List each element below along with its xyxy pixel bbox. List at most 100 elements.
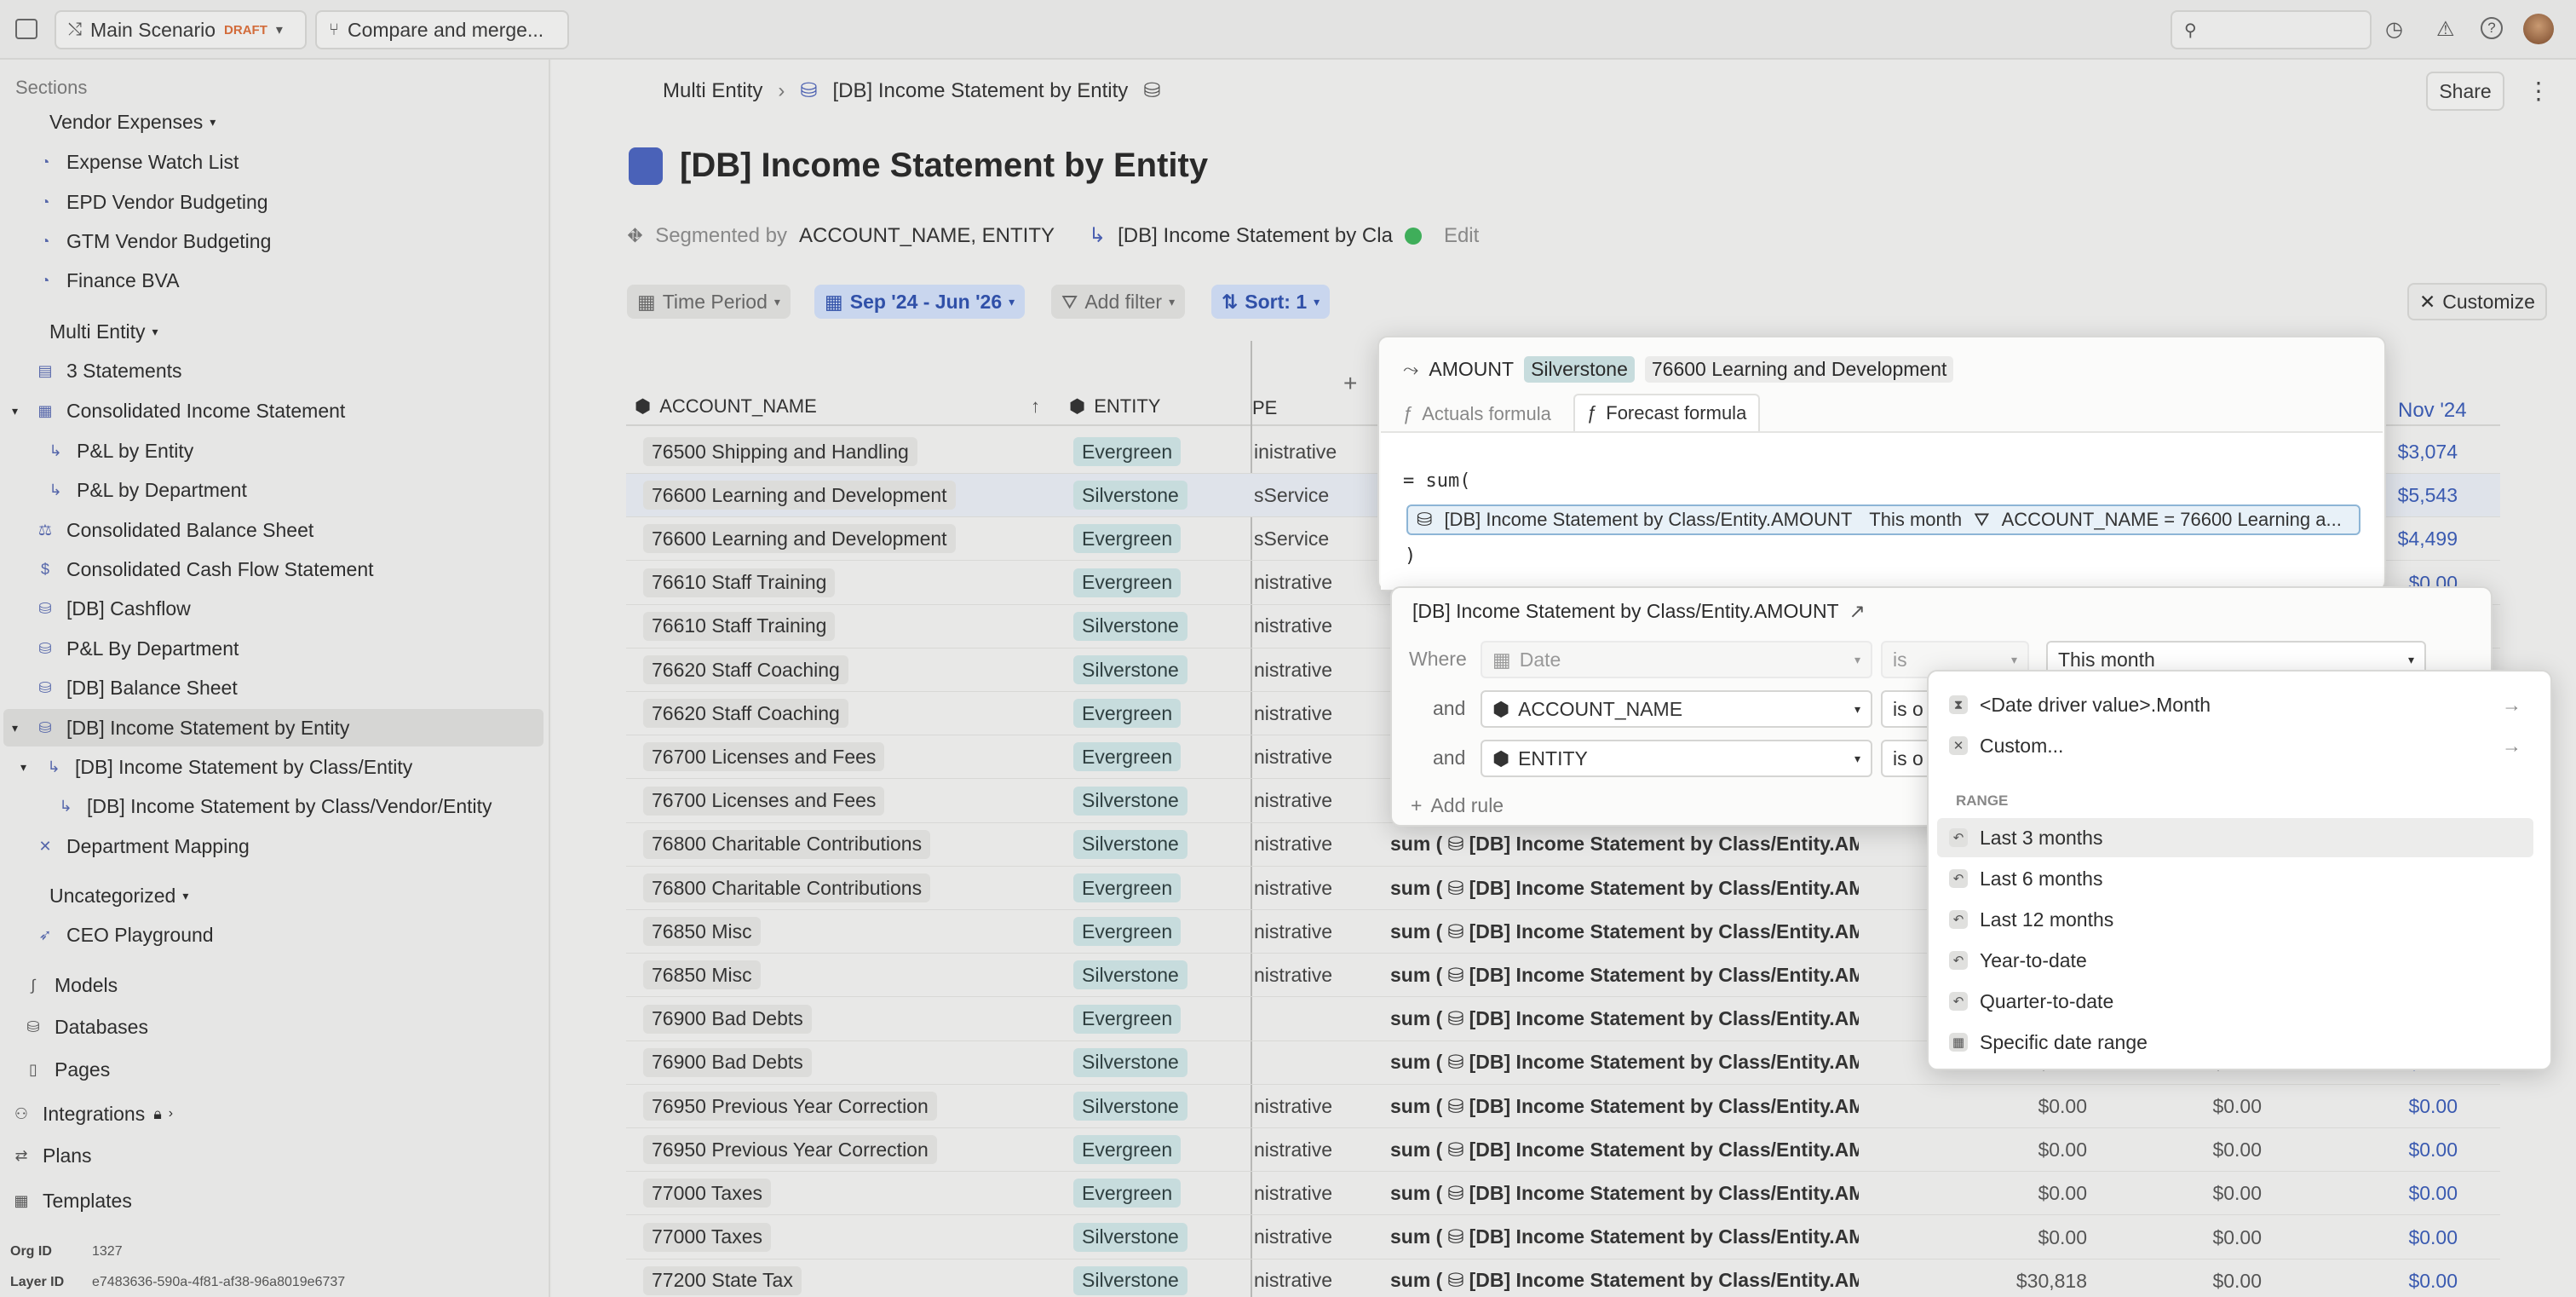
sidebar-item-db-cashflow[interactable]: ⛁ [DB] Cashflow [36, 589, 190, 628]
account-cell[interactable]: 76800 Charitable Contributions [643, 873, 931, 902]
breadcrumb-parent[interactable]: Multi Entity [663, 79, 762, 103]
formula-cell[interactable]: sum (⛁ [DB] Income Statement by Class/Ent… [1390, 1092, 1859, 1121]
formula-cell[interactable]: sum (⛁ [DB] Income Statement by Class/Ent… [1390, 1266, 1859, 1295]
department-cell[interactable]: nistrative [1254, 1223, 1348, 1252]
entity-cell[interactable]: Silverstone [1073, 1265, 1187, 1295]
sidebar-item-db-balance[interactable]: ⛁ [DB] Balance Sheet [36, 668, 237, 707]
account-cell[interactable]: 76950 Previous Year Correction [643, 1135, 937, 1165]
department-cell[interactable] [1254, 1005, 1348, 1034]
entity-cell[interactable]: Silverstone [1073, 655, 1187, 684]
department-cell[interactable]: nistrative [1254, 1092, 1348, 1121]
department-cell[interactable]: nistrative [1254, 960, 1348, 989]
entity-cell[interactable]: Evergreen [1073, 699, 1182, 729]
value-cell[interactable]: $0.00 [2125, 1138, 2262, 1162]
department-cell[interactable] [1254, 1048, 1348, 1077]
department-cell[interactable]: nistrative [1254, 612, 1348, 641]
formula-cell[interactable]: sum (⛁ [DB] Income Statement by Class/Ent… [1390, 1005, 1859, 1034]
column-header-account[interactable]: ⬢ ACCOUNT_NAME [635, 395, 817, 418]
entity-cell[interactable]: Evergreen [1073, 873, 1182, 902]
entity-cell[interactable]: Evergreen [1073, 1004, 1182, 1034]
entity-cell[interactable]: Silverstone [1073, 1092, 1187, 1121]
nav-plans[interactable]: ⇄ Plans [12, 1136, 91, 1175]
account-cell[interactable]: 76900 Bad Debts [643, 1004, 812, 1034]
account-cell[interactable]: 76500 Shipping and Handling [643, 437, 917, 466]
formula-cell[interactable]: sum (⛁ [DB] Income Statement by Class/Ent… [1390, 1048, 1859, 1077]
menu-item-year-to-date[interactable]: ↶ Year-to-date [1937, 941, 2533, 980]
formula-cell[interactable]: sum (⛁ [DB] Income Statement by Class/Ent… [1390, 873, 1859, 902]
value-cell[interactable]: $0.00 [2125, 1182, 2262, 1205]
entity-cell[interactable]: Evergreen [1073, 437, 1182, 466]
sidebar-item-db-income-class[interactable]: ▾ ↳ [DB] Income Statement by Class/Entity [20, 747, 412, 787]
entity-cell[interactable]: Silverstone [1073, 829, 1187, 859]
account-cell[interactable]: 76900 Bad Debts [643, 1047, 812, 1077]
formula-cell[interactable]: sum (⛁ [DB] Income Statement by Class/Ent… [1390, 1179, 1859, 1208]
compare-merge-button[interactable]: ⑂ Compare and merge... [315, 10, 569, 49]
add-filter-button[interactable]: ⛛ Add filter ▾ [1051, 285, 1186, 319]
sidebar-item-finance-bva[interactable]: ◔ Finance BVA [36, 261, 180, 300]
entity-cell[interactable]: Evergreen [1073, 524, 1182, 554]
sidebar-item-pl-entity[interactable]: ↳ P&L by Entity [46, 431, 193, 470]
value-cell[interactable]: $0.00 [2321, 1095, 2458, 1118]
sidebar-item-pl-department[interactable]: ↳ P&L by Department [46, 470, 246, 510]
value-cell[interactable]: $0.00 [2125, 1226, 2262, 1249]
menu-item-last-12-months[interactable]: ↶ Last 12 months [1937, 900, 2533, 939]
sidebar-item-epd-vendor[interactable]: ◔ EPD Vendor Budgeting [36, 182, 268, 222]
warning-icon[interactable]: ⚠ [2436, 17, 2455, 42]
formula-ref-chip[interactable]: ⛁ [DB] Income Statement by Class/Entity.… [1406, 504, 2360, 535]
external-link-icon[interactable]: ↗ [1849, 600, 1866, 623]
menu-item-last-6-months[interactable]: ↶ Last 6 months [1937, 859, 2533, 898]
tab-forecast-formula[interactable]: ƒ Forecast formula [1573, 394, 1761, 431]
group-multi-entity[interactable]: Multi Entity ▾ [49, 312, 158, 351]
add-column-icon[interactable]: + [1343, 370, 1357, 397]
entity-field-select[interactable]: ⬢ ENTITY ▾ [1481, 740, 1872, 777]
department-cell[interactable]: nistrative [1254, 1135, 1348, 1164]
table-row[interactable]: 76950 Previous Year Correction Evergreen n… [626, 1128, 2500, 1173]
sidebar-item-3-statements[interactable]: ▤ 3 Statements [36, 351, 181, 390]
account-cell[interactable]: 77000 Taxes [643, 1179, 772, 1208]
source-link[interactable]: [DB] Income Statement by Cla [1118, 224, 1393, 248]
department-cell[interactable]: nistrative [1254, 568, 1348, 597]
account-cell[interactable]: 77000 Taxes [643, 1222, 772, 1252]
avatar[interactable] [2523, 14, 2554, 44]
table-row[interactable]: 77000 Taxes Silverstone nistrative sum (⛁ [D… [626, 1216, 2500, 1260]
entity-cell[interactable]: Silverstone [1073, 1047, 1187, 1077]
sidebar-item-expense-watch-list[interactable]: ◔ Expense Watch List [36, 142, 239, 182]
value-cell[interactable]: $0.00 [2125, 1095, 2262, 1118]
department-cell[interactable]: nistrative [1254, 699, 1348, 728]
formula-cell[interactable]: sum (⛁ [DB] Income Statement by Class/Ent… [1390, 1223, 1859, 1252]
entity-cell[interactable]: Evergreen [1073, 1179, 1182, 1208]
table-row[interactable]: 77200 State Tax Silverstone nistrative sum … [626, 1260, 2500, 1297]
help-icon[interactable]: ? [2481, 17, 2503, 39]
menu-item-last-3-months[interactable]: ↶ Last 3 months [1937, 818, 2533, 857]
nav-models[interactable]: ∫ Models [24, 966, 118, 1005]
customize-button[interactable]: ✕ Customize [2407, 283, 2547, 320]
account-cell[interactable]: 76950 Previous Year Correction [643, 1092, 937, 1121]
value-cell[interactable]: $0.00 [1951, 1226, 2087, 1249]
group-uncategorized[interactable]: Uncategorized ▾ [49, 876, 188, 915]
column-header-nov[interactable]: Nov '24 [2398, 399, 2467, 423]
entity-cell[interactable]: Silverstone [1073, 786, 1187, 816]
sidebar-item-consolidated-income[interactable]: ▾ ▦ Consolidated Income Statement [12, 391, 345, 430]
column-header-3[interactable]: PE [1252, 397, 1277, 419]
breadcrumb-current[interactable]: [DB] Income Statement by Entity [832, 79, 1128, 103]
account-cell[interactable]: 77200 State Tax [643, 1265, 802, 1295]
add-rule-button[interactable]: + Add rule [1411, 794, 1504, 817]
segmented-by-value[interactable]: ACCOUNT_NAME, ENTITY [799, 224, 1055, 248]
entity-cell[interactable]: Evergreen [1073, 1135, 1182, 1165]
sidebar-item-department-mapping[interactable]: ✕ Department Mapping [36, 827, 249, 866]
department-cell[interactable]: inistrative [1254, 437, 1348, 466]
value-cell[interactable]: $0.00 [1951, 1095, 2087, 1118]
value-cell[interactable]: $0.00 [2321, 1226, 2458, 1249]
entity-cell[interactable]: Silverstone [1073, 481, 1187, 510]
formula-cell[interactable]: sum (⛁ [DB] Income Statement by Class/Ent… [1390, 960, 1859, 989]
nav-templates[interactable]: ▦ Templates [12, 1181, 131, 1220]
department-cell[interactable]: sService [1254, 481, 1348, 510]
value-cell[interactable]: $0.00 [1951, 1182, 2087, 1205]
formula-cell[interactable]: sum (⛁ [DB] Income Statement by Class/Ent… [1390, 917, 1859, 946]
value-cell[interactable]: $0.00 [2125, 1270, 2262, 1293]
sidebar-item-gtm-vendor[interactable]: ◔ GTM Vendor Budgeting [36, 222, 272, 261]
entity-cell[interactable]: Evergreen [1073, 742, 1182, 772]
department-cell[interactable]: nistrative [1254, 787, 1348, 816]
account-cell[interactable]: 76620 Staff Coaching [643, 655, 848, 684]
department-cell[interactable]: nistrative [1254, 917, 1348, 946]
